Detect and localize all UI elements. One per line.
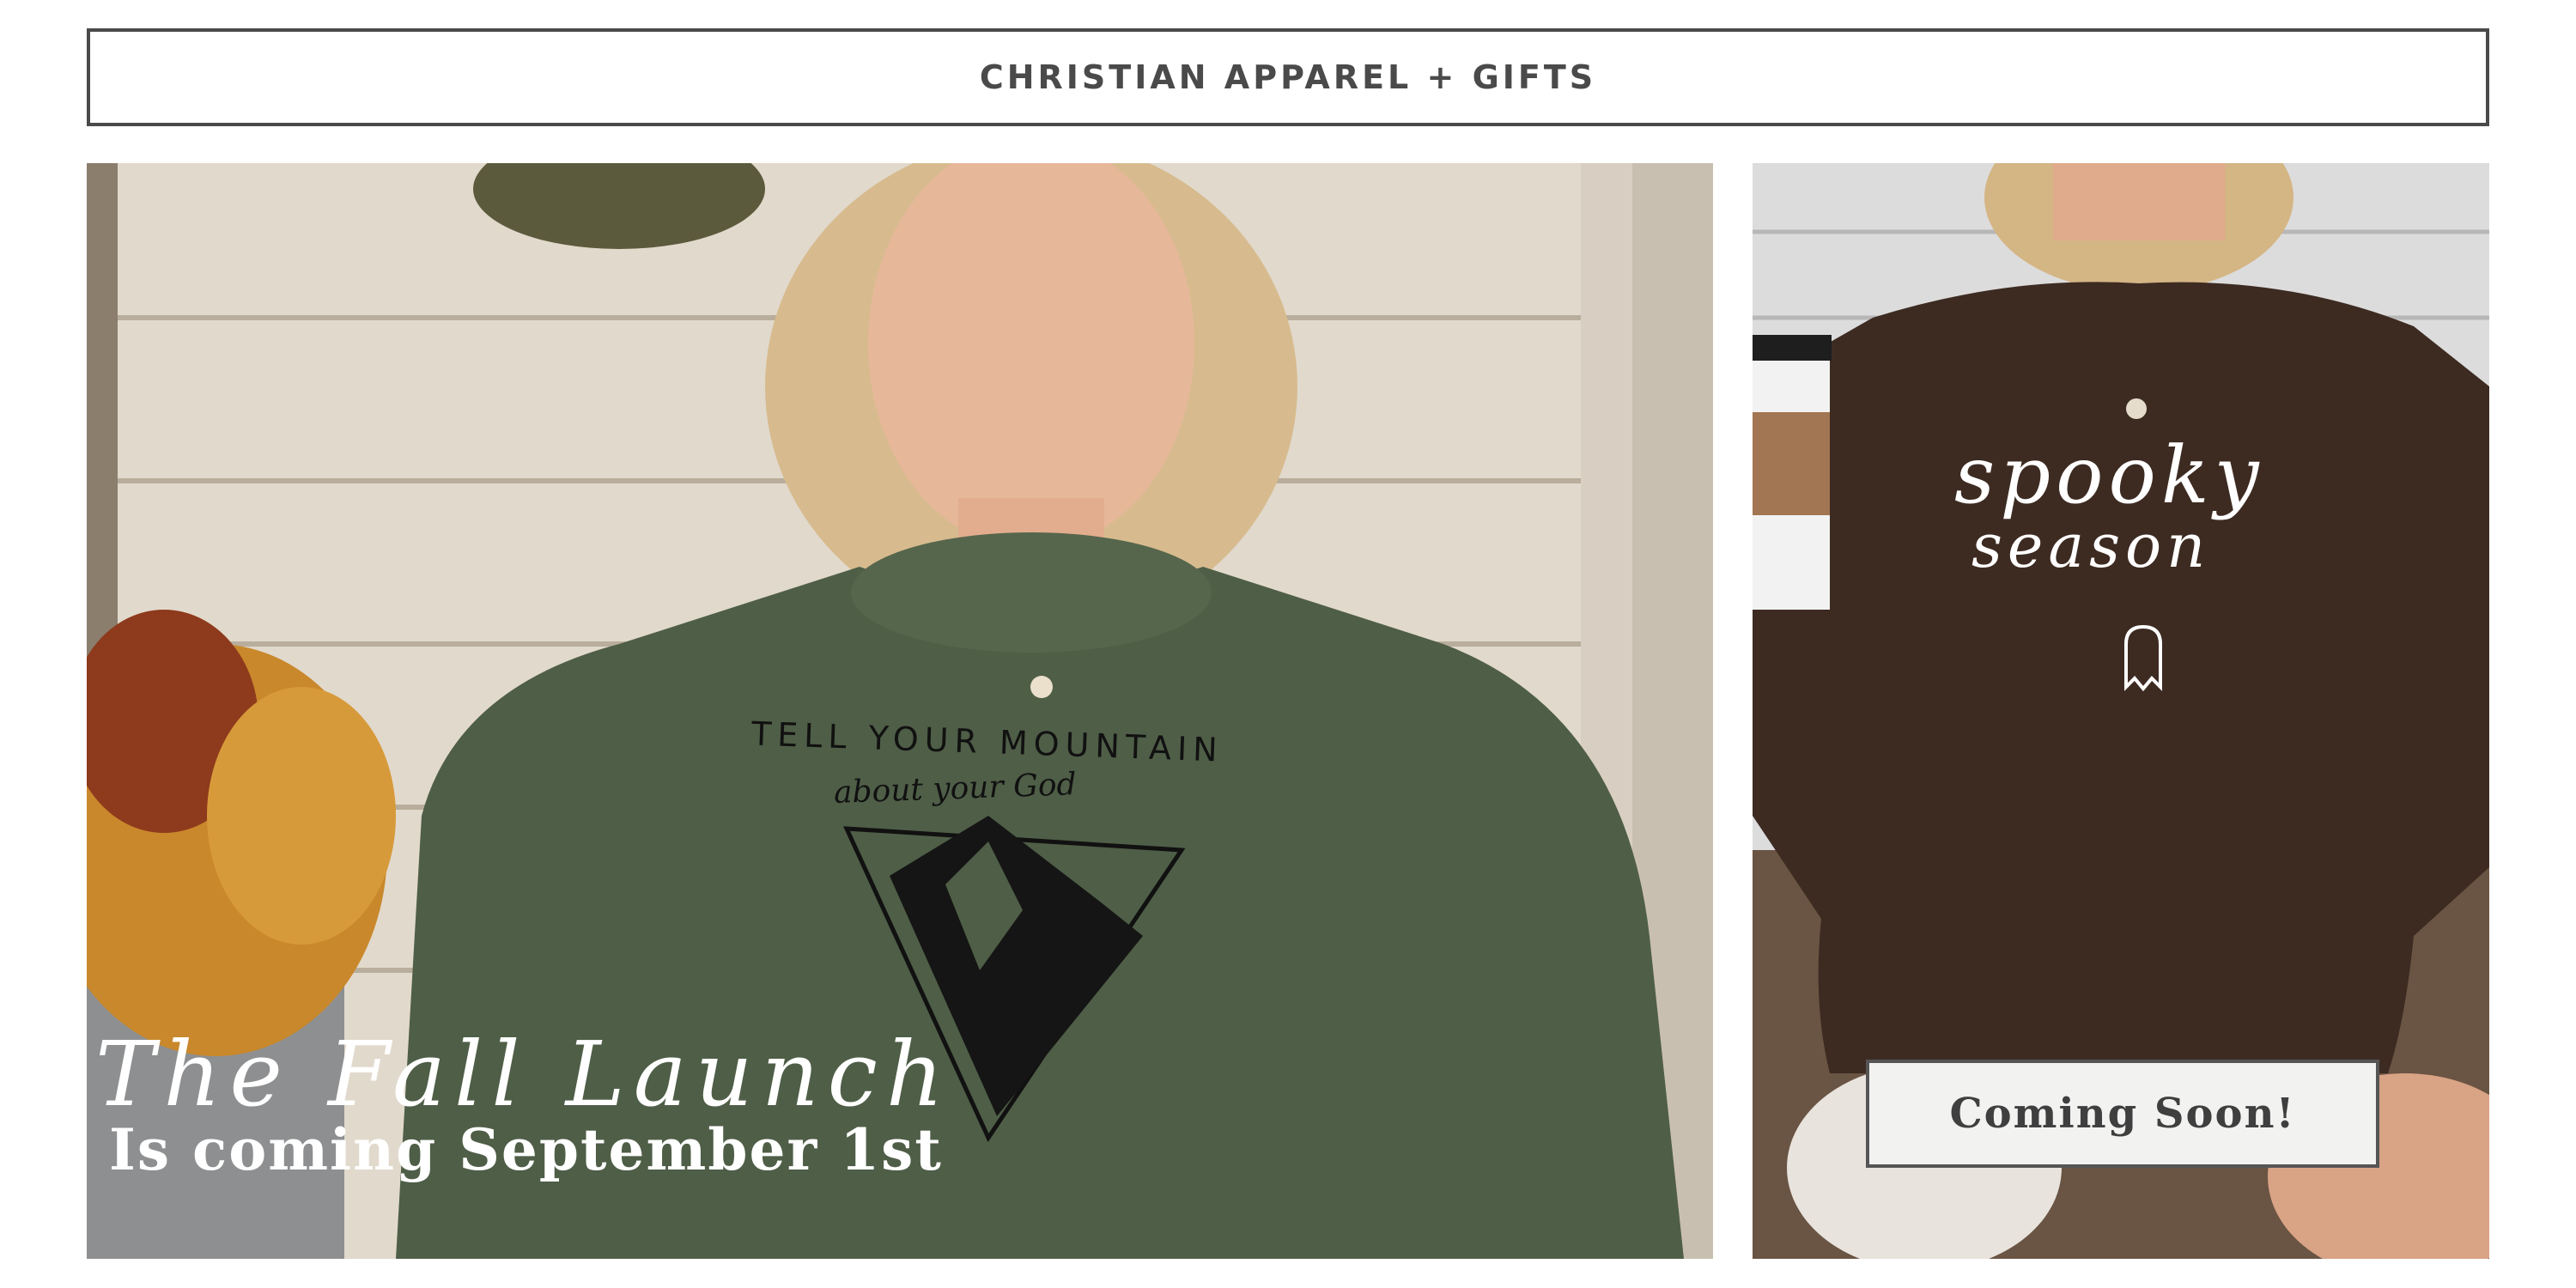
hero-subtitle: Is coming September 1st — [109, 1116, 943, 1183]
shirt-text-season: season — [1971, 511, 2211, 581]
coming-soon-badge[interactable]: Coming Soon! — [1866, 1060, 2379, 1168]
hero-promo-image[interactable]: TELL YOUR MOUNTAIN about your God The Fa… — [87, 163, 1713, 1259]
top-banner[interactable]: CHRISTIAN APPAREL + GIFTS — [87, 28, 2489, 126]
coming-soon-label: Coming Soon! — [1949, 1090, 2296, 1138]
banner-label: CHRISTIAN APPAREL + GIFTS — [979, 58, 1597, 96]
side-promo-image[interactable]: spooky season Coming Soon! — [1753, 163, 2489, 1259]
hero-script-title: The Fall Launch — [95, 1022, 952, 1127]
shirt-text-spooky: spooky — [1954, 429, 2264, 521]
